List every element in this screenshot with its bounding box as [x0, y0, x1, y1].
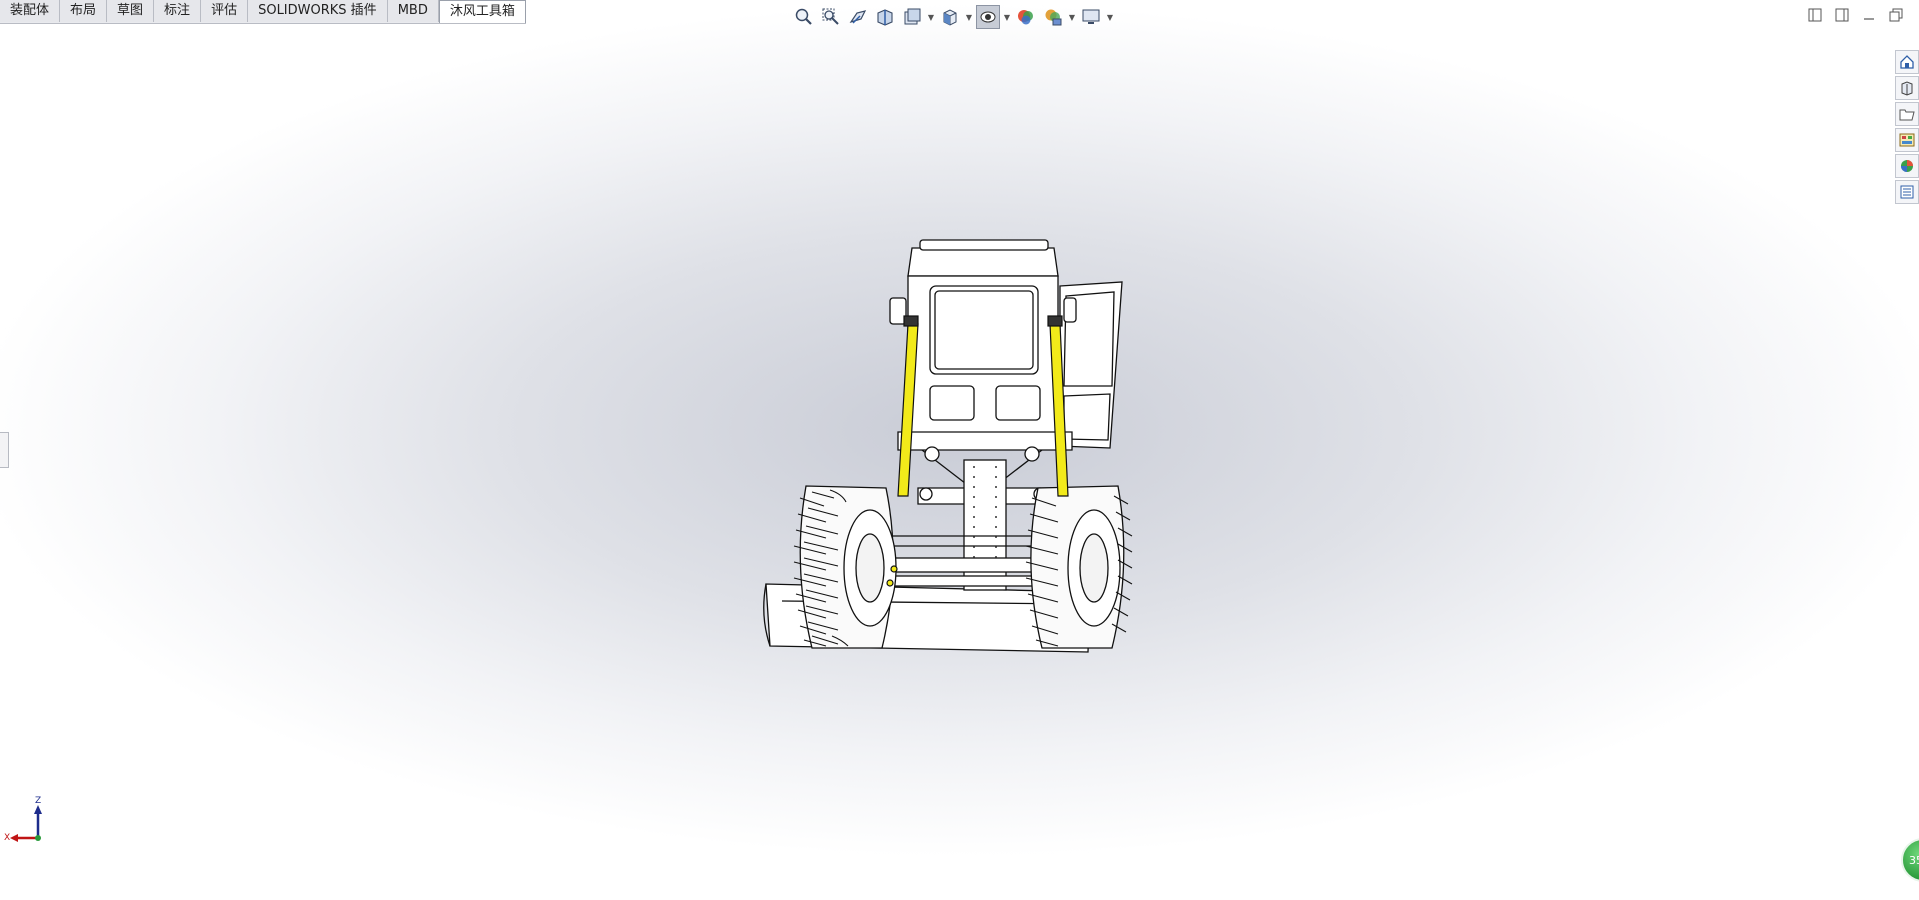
tile-left-icon[interactable] — [1806, 6, 1824, 24]
task-pane — [1893, 50, 1919, 204]
hide-show-items-icon[interactable] — [1014, 5, 1038, 29]
reference-triad[interactable]: Z X — [4, 796, 54, 852]
heads-up-view-toolbar: ▼ ▼ ▼ ▼ ▼ — [792, 4, 1114, 30]
tile-right-icon[interactable] — [1833, 6, 1851, 24]
section-view-icon[interactable] — [873, 5, 897, 29]
command-manager-tabs: 装配体 布局 草图 标注 评估 SOLIDWORKS 插件 MBD 沐风工具箱 — [0, 0, 526, 24]
feature-manager-collapse-handle[interactable] — [0, 432, 9, 468]
previous-view-icon[interactable] — [846, 5, 870, 29]
appearances-scenes-icon[interactable] — [1895, 154, 1919, 178]
zoom-to-fit-icon[interactable] — [792, 5, 816, 29]
display-style-icon[interactable] — [976, 5, 1000, 29]
dynamic-annotation-icon[interactable] — [900, 5, 924, 29]
tab-solidworks-addins[interactable]: SOLIDWORKS 插件 — [248, 0, 388, 22]
triad-axes-icon — [10, 805, 42, 842]
chevron-down-icon[interactable]: ▼ — [1106, 5, 1114, 29]
chevron-down-icon[interactable]: ▼ — [927, 5, 935, 29]
window-controls — [1806, 6, 1905, 24]
tab-markup[interactable]: 标注 — [154, 0, 202, 22]
restore-icon[interactable] — [1887, 6, 1905, 24]
tab-evaluate[interactable]: 评估 — [201, 0, 249, 22]
tab-assembly[interactable]: 装配体 — [0, 0, 61, 22]
view-orientation-icon[interactable] — [938, 5, 962, 29]
zoom-to-area-icon[interactable] — [819, 5, 843, 29]
view-palette-icon[interactable] — [1895, 128, 1919, 152]
minimize-icon[interactable] — [1860, 6, 1878, 24]
tab-sketch[interactable]: 草图 — [107, 0, 155, 22]
tab-mbd[interactable]: MBD — [387, 0, 439, 22]
edit-appearance-icon[interactable] — [1041, 5, 1065, 29]
view-settings-icon[interactable] — [1079, 5, 1103, 29]
chevron-down-icon[interactable]: ▼ — [1068, 5, 1076, 29]
model-motor-grader[interactable] — [742, 236, 1182, 666]
design-library-icon[interactable] — [1895, 76, 1919, 100]
axis-z-label: Z — [35, 796, 42, 806]
chevron-down-icon[interactable]: ▼ — [965, 5, 973, 29]
file-explorer-icon[interactable] — [1895, 102, 1919, 126]
custom-properties-icon[interactable] — [1895, 180, 1919, 204]
chevron-down-icon[interactable]: ▼ — [1003, 5, 1011, 29]
tab-layout[interactable]: 布局 — [60, 0, 108, 22]
tab-mufeng-toolbox[interactable]: 沐风工具箱 — [438, 0, 526, 23]
solidworks-resources-icon[interactable] — [1895, 50, 1919, 74]
axis-x-label: X — [4, 833, 11, 843]
